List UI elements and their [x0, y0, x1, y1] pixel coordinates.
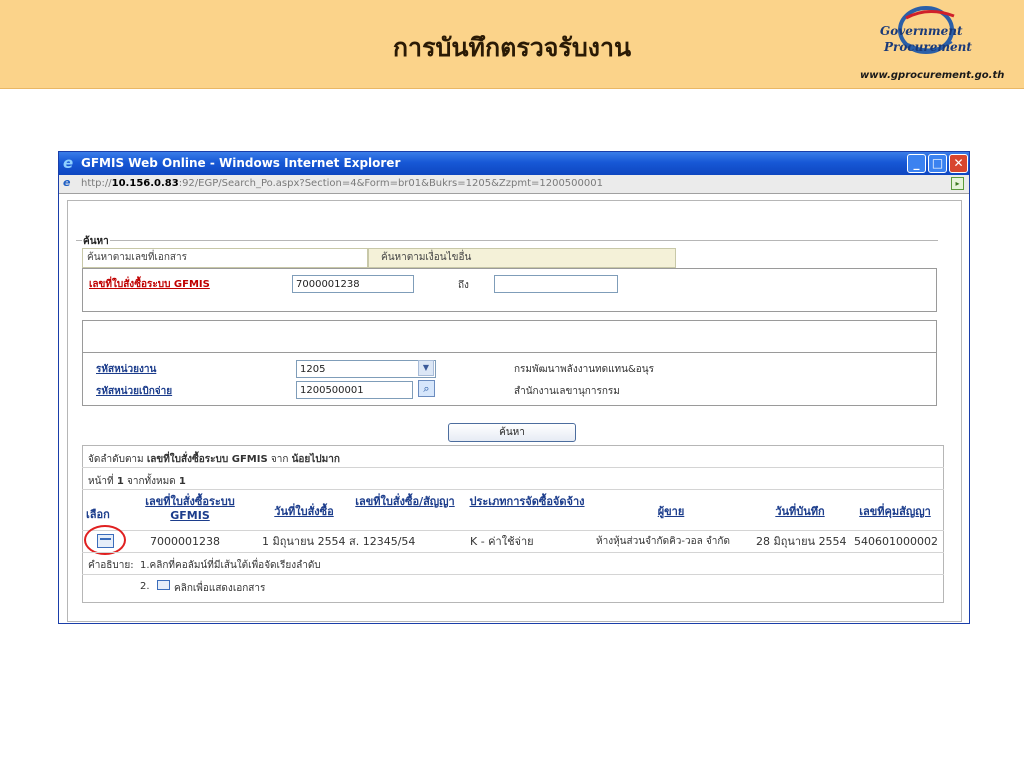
- search-legend: ค้นหา: [82, 234, 110, 249]
- search-fieldset-border: [76, 240, 938, 241]
- close-icon[interactable]: ✕: [949, 154, 968, 173]
- maximize-icon[interactable]: □: [928, 154, 947, 173]
- logo-text-line2: Procurement: [884, 40, 972, 54]
- col-contract-no-header[interactable]: เลขที่ใบสั่งซื้อ/สัญญา: [352, 495, 458, 529]
- address-bar[interactable]: e http://10.156.0.83:92/EGP/Search_Po.as…: [59, 175, 969, 194]
- po-to-input[interactable]: [494, 275, 618, 293]
- logo-url: www.gprocurement.go.th: [860, 70, 1005, 81]
- magnifier-icon[interactable]: ⌕: [418, 380, 435, 397]
- sort-info: จัดลำดับตาม เลขที่ใบสั่งซื้อระบบ GFMIS จ…: [88, 454, 340, 465]
- tab-search-by-other[interactable]: ค้นหาตามเงื่อนไขอื่น: [368, 248, 676, 268]
- unit-code-select[interactable]: [296, 360, 436, 378]
- note-2-number: 2.: [140, 581, 150, 592]
- results-divider: [82, 489, 944, 490]
- results-divider: [82, 467, 944, 468]
- criteria-panel-top: [82, 320, 937, 352]
- cell-vendor: ห้างหุ้นส่วนจำกัดคิว-วอล จำกัด: [596, 536, 730, 547]
- address-url[interactable]: http://10.156.0.83:92/EGP/Search_Po.aspx…: [81, 175, 603, 193]
- to-label: ถึง: [458, 280, 469, 291]
- po-number-label[interactable]: เลขที่ใบสั่งซื้อระบบ GFMIS: [89, 277, 210, 292]
- col-po-date-header[interactable]: วันที่ใบสั่งซื้อ: [264, 505, 344, 539]
- criteria-panel: [82, 352, 937, 406]
- dropdown-arrow-icon[interactable]: ▼: [418, 360, 434, 376]
- notes-divider: [82, 574, 944, 575]
- col-vendor-header[interactable]: ผู้ขาย: [596, 505, 746, 539]
- highlight-circle: [84, 525, 126, 555]
- col-control-no-header[interactable]: เลขที่คุมสัญญา: [848, 505, 942, 539]
- disb-unit-input[interactable]: [296, 381, 413, 399]
- col-record-date-header[interactable]: วันที่บันทึก: [756, 505, 844, 539]
- cell-record-date: 28 มิถุนายน 2554: [756, 535, 847, 548]
- unit-code-label[interactable]: รหัสหน่วยงาน: [96, 362, 156, 377]
- note-label: คำอธิบาย:: [88, 560, 134, 571]
- document-icon: [157, 580, 170, 590]
- tab-search-by-doc[interactable]: ค้นหาตามเลขที่เอกสาร: [82, 248, 368, 268]
- row-divider: [82, 552, 944, 553]
- col-select-header: เลือก: [86, 508, 110, 521]
- go-icon[interactable]: ▸: [951, 177, 964, 190]
- minimize-icon[interactable]: _: [907, 154, 926, 173]
- window-title: GFMIS Web Online - Windows Internet Expl…: [81, 156, 401, 170]
- page-info: หน้าที่ 1 จากทั้งหมด 1: [88, 476, 186, 487]
- ie-page-icon: e: [63, 176, 71, 189]
- note-1: 1.คลิกที่คอลัมน์ที่มีเส้นใต้เพื่อจัดเรีย…: [140, 560, 321, 571]
- cell-control-no: 540601000002: [854, 535, 938, 548]
- disb-unit-name: สำนักงานเลขานุการกรม: [514, 386, 620, 397]
- window-titlebar[interactable]: e GFMIS Web Online - Windows Internet Ex…: [59, 152, 969, 175]
- search-button[interactable]: ค้นหา: [448, 423, 576, 442]
- cell-po-date: 1 มิถุนายน 2554: [262, 535, 346, 548]
- ie-icon: e: [63, 154, 74, 172]
- disb-unit-label[interactable]: รหัสหน่วยเบิกจ่าย: [96, 384, 172, 399]
- note-2: คลิกเพื่อแสดงเอกสาร: [174, 583, 266, 594]
- logo-text-line1: Government: [880, 24, 963, 38]
- unit-name: กรมพัฒนาพลังงานทดแทน&อนุร: [514, 364, 654, 375]
- col-proc-type-header[interactable]: ประเภทการจัดซื้อจัดจ้าง: [462, 495, 592, 529]
- po-from-input[interactable]: [292, 275, 414, 293]
- col-po-no-header[interactable]: เลขที่ใบสั่งซื้อระบบ GFMIS: [124, 495, 256, 529]
- cell-proc-type: K - ค่าใช้จ่าย: [470, 535, 534, 548]
- cell-po-no: 7000001238: [150, 535, 220, 548]
- header-divider: [82, 530, 944, 531]
- cell-contract-no: ส. 12345/54: [349, 535, 416, 548]
